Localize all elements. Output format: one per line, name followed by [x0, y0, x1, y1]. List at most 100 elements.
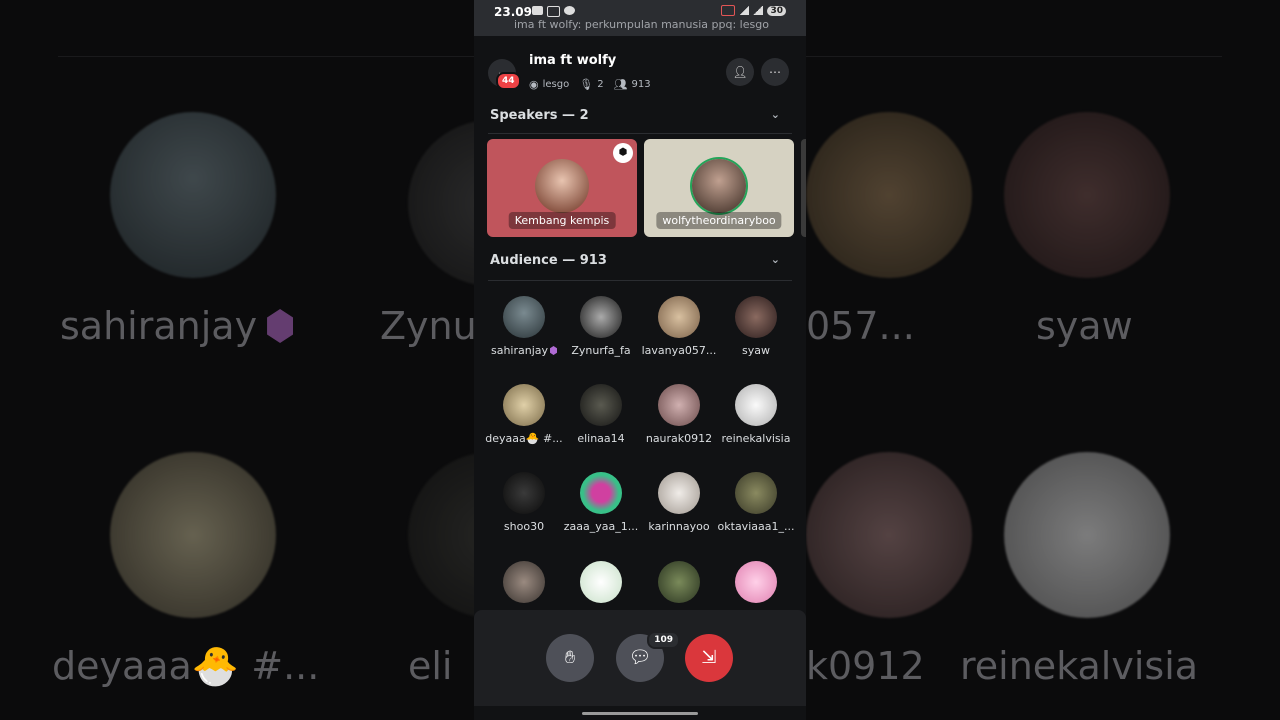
audience-member[interactable]: sahiranjay — [485, 296, 563, 357]
leave-stage-button[interactable]: ⇲ — [685, 634, 733, 682]
member-name: reinekalvisia — [721, 432, 791, 445]
audience-member[interactable]: deyaaa🐣 #... — [485, 384, 563, 445]
speaker-card[interactable]: ⬢ Kembang kempis — [487, 139, 637, 237]
add-user-icon: 👤︎ — [732, 65, 748, 79]
avatar — [658, 472, 700, 514]
raise-hand-button[interactable]: ✋︎ — [546, 634, 594, 682]
bg-avatar — [1004, 452, 1170, 618]
audience-member[interactable]: zaaa_yaa_1... — [562, 472, 640, 533]
audience-member[interactable] — [640, 561, 718, 603]
speakers-section-header[interactable]: Speakers — 2 ⌄ — [490, 108, 790, 123]
signal-icon — [753, 6, 764, 15]
divider — [488, 133, 792, 134]
avatar — [503, 296, 545, 338]
audience-member[interactable]: naurak0912 — [640, 384, 718, 445]
avatar — [503, 472, 545, 514]
avatar — [535, 159, 589, 213]
member-name: karinnayoo — [648, 520, 710, 533]
audience-member[interactable]: elinaa14 — [562, 384, 640, 445]
next-card-peek — [801, 139, 806, 237]
status-icons — [532, 6, 575, 17]
chat-bubble-icon: 💬︎ — [628, 647, 652, 668]
audience-member[interactable]: lavanya057... — [640, 296, 718, 357]
member-name: Zynurfa_fa — [571, 344, 631, 357]
member-name: zaaa_yaa_1... — [563, 520, 639, 533]
status-right: 30 — [721, 5, 786, 16]
moderator-shield-icon: ⬢ — [613, 143, 633, 163]
audience-member[interactable]: syaw — [717, 296, 795, 357]
battery-indicator: 30 — [767, 5, 786, 16]
audience-member[interactable]: karinnayoo — [640, 472, 718, 533]
avatar — [658, 384, 700, 426]
wifi-icon — [739, 6, 750, 15]
member-name: lavanya057... — [641, 344, 717, 357]
bg-avatar — [110, 452, 276, 618]
audience-member[interactable] — [562, 561, 640, 603]
member-name: shoo30 — [503, 520, 545, 533]
stage-header: ⌄ 44 ima ft wolfy ◉ lesgo 🎙︎ 2 👥︎ 913 👤︎… — [474, 44, 806, 104]
avatar — [580, 561, 622, 603]
chat-button[interactable]: 💬︎ 109 — [616, 631, 680, 682]
avatar — [580, 472, 622, 514]
avatar — [735, 472, 777, 514]
bg-avatar — [806, 112, 972, 278]
speakers-count: 2 — [597, 79, 604, 90]
audience-member[interactable]: oktaviaaa1_... — [717, 472, 795, 533]
member-name: oktaviaaa1_... — [717, 520, 795, 533]
more-options-button[interactable]: ⋯ — [761, 58, 789, 86]
discord-icon — [564, 6, 575, 15]
audience-member[interactable] — [485, 561, 563, 603]
leave-icon: ⇲ — [701, 647, 717, 668]
speaker-name: Kembang kempis — [508, 212, 616, 229]
avatar — [580, 296, 622, 338]
control-bar: ✋︎ 💬︎ 109 ⇲ — [474, 610, 806, 706]
microphone-icon: 🎙︎ — [579, 78, 594, 91]
people-icon: 👥︎ — [613, 78, 628, 91]
avatar — [503, 561, 545, 603]
speaker-name: wolfytheordinaryboo — [656, 212, 782, 229]
listeners-count: 913 — [631, 79, 651, 90]
bg-avatar — [806, 452, 972, 618]
member-name: elinaa14 — [577, 432, 625, 445]
stage-title: ima ft wolfy — [529, 53, 617, 68]
bg-name: reinekalvisia — [960, 644, 1199, 688]
speakers-label: Speakers — 2 — [490, 108, 589, 123]
status-time: 23.09 — [494, 5, 532, 19]
phone-screen: 23.09 ima ft wolfy: perkumpulan manusia … — [474, 0, 806, 720]
bg-name: 057... — [806, 304, 915, 348]
audience-member[interactable]: Zynurfa_fa — [562, 296, 640, 357]
audience-member[interactable]: reinekalvisia — [717, 384, 795, 445]
bg-name: syaw — [1036, 304, 1133, 348]
screenshot-icon — [547, 6, 560, 17]
cast-icon — [721, 5, 736, 16]
member-name: sahiranjay — [485, 344, 563, 357]
bg-name: sahiranjay — [60, 304, 294, 348]
audience-member[interactable] — [717, 561, 795, 603]
home-indicator[interactable] — [582, 712, 698, 715]
member-name: syaw — [742, 344, 770, 357]
nitro-gem-icon — [550, 346, 558, 355]
stage-topic: lesgo — [542, 79, 570, 90]
stage-icon: ◉ — [529, 78, 539, 91]
audience-section-header[interactable]: Audience — 913 ⌄ — [490, 253, 790, 268]
member-name: deyaaa🐣 #... — [485, 432, 563, 445]
avatar — [658, 561, 700, 603]
voice-ticker: ima ft wolfy: perkumpulan manusia ppq: l… — [514, 18, 769, 31]
avatar — [580, 384, 622, 426]
chat-count-badge: 109 — [647, 631, 680, 649]
bg-name: eli — [408, 644, 453, 688]
audience-member[interactable]: shoo30 — [485, 472, 563, 533]
youtube-icon — [532, 6, 543, 15]
bg-avatar — [1004, 112, 1170, 278]
notification-badge: 44 — [496, 72, 521, 90]
more-icon: ⋯ — [769, 65, 781, 79]
bg-name: k0912 — [806, 644, 925, 688]
bg-name: deyaaa🐣 #... — [52, 644, 320, 688]
avatar — [735, 561, 777, 603]
invite-button[interactable]: 👤︎ — [726, 58, 754, 86]
speaker-card[interactable]: wolfytheordinaryboo — [644, 139, 794, 237]
avatar — [735, 384, 777, 426]
audience-label: Audience — 913 — [490, 253, 607, 268]
stage-meta: ◉ lesgo 🎙︎ 2 👥︎ 913 — [529, 78, 651, 91]
member-name: naurak0912 — [645, 432, 713, 445]
